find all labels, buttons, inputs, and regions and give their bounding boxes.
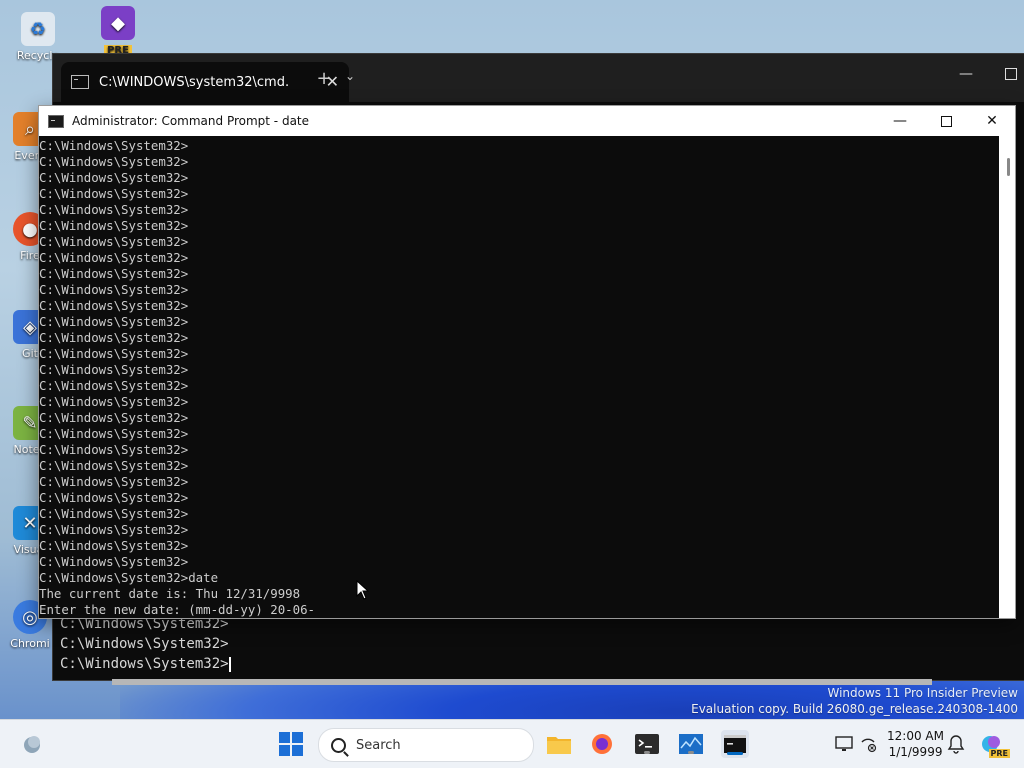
cmd-output-line: C:\Windows\System32>: [39, 202, 189, 217]
screen-icon: [835, 736, 853, 751]
copilot-pre-badge: PRE: [988, 749, 1010, 758]
evaluation-watermark: Windows 11 Pro Insider Preview Evaluatio…: [691, 686, 1018, 716]
monitor-app-button[interactable]: [677, 730, 705, 758]
running-indicator: [688, 751, 694, 754]
terminal-output[interactable]: C:\Windows\System32> C:\Windows\System32…: [60, 614, 231, 674]
weather-icon: [24, 736, 40, 753]
cmd-icon: [71, 75, 89, 89]
cmd-output-line: C:\Windows\System32>: [39, 218, 189, 233]
scrollbar-thumb[interactable]: [1007, 158, 1010, 176]
cmd-output-line: Enter the new date: (mm-dd-yy) 20-06-: [39, 602, 316, 617]
start-button[interactable]: [277, 730, 305, 758]
terminal-maximize-button[interactable]: [1005, 68, 1017, 80]
cmd-minimize-button[interactable]: —: [877, 106, 923, 136]
cmd-output-line: C:\Windows\System32>: [39, 138, 189, 153]
cmd-output-line: C:\Windows\System32>: [39, 426, 189, 441]
cmd-output-line: C:\Windows\System32>: [39, 234, 189, 249]
cmd-output-line: C:\Windows\System32>: [39, 378, 189, 393]
search-icon: [331, 737, 346, 753]
recycle-bin-icon: ♻: [21, 12, 55, 46]
text-cursor: [228, 656, 231, 672]
visual-studio-icon: ◆: [101, 6, 135, 40]
cmd-output-line: C:\Windows\System32>: [39, 266, 189, 281]
cmd-output-line: C:\Windows\System32>: [39, 186, 189, 201]
copilot-button[interactable]: PRE: [978, 730, 1010, 758]
cmd-output-line: C:\Windows\System32>: [39, 298, 189, 313]
new-tab-button[interactable]: +: [315, 68, 333, 89]
system-clock[interactable]: 12:00 AM 1/1/9999: [887, 728, 944, 760]
cmd-output-line: C:\Windows\System32>: [39, 314, 189, 329]
terminal-tab[interactable]: C:\WINDOWS\system32\cmd. ✕: [61, 62, 349, 102]
cmd-output-line: C:\Windows\System32>: [39, 282, 189, 297]
widgets-button[interactable]: [18, 730, 46, 758]
clock-time: 12:00 AM: [887, 729, 944, 743]
cmd-output[interactable]: C:\Windows\System32> C:\Windows\System32>…: [39, 136, 999, 618]
cmd-output-line: C:\Windows\System32>date: [39, 570, 219, 585]
cmd-output-line: C:\Windows\System32>: [39, 474, 189, 489]
cmd-window-title: Administrator: Command Prompt - date: [72, 114, 310, 128]
terminal-titlebar: C:\WINDOWS\system32\cmd. ✕ + ⌄ —: [53, 54, 1024, 102]
cmd-output-line: C:\Windows\System32>: [39, 362, 189, 377]
clock-date: 1/1/9999: [888, 745, 943, 759]
command-prompt-icon: [724, 735, 746, 753]
bell-icon: [947, 735, 965, 754]
cmd-output-line: The current date is: Thu 12/31/9998: [39, 586, 301, 601]
windows-logo-icon: [279, 732, 303, 756]
cmd-close-button[interactable]: ✕: [969, 106, 1015, 136]
terminal-minimize-button[interactable]: —: [959, 66, 973, 82]
cmd-maximize-button[interactable]: [923, 106, 969, 136]
cmd-output-line: C:\Windows\System32>: [39, 522, 189, 537]
cmd-output-line: C:\Windows\System32>: [39, 170, 189, 185]
cmd-output-line: C:\Windows\System32>: [39, 506, 189, 521]
command-prompt-window: Administrator: Command Prompt - date — ✕…: [38, 105, 1016, 619]
cmd-output-line: C:\Windows\System32>: [39, 330, 189, 345]
taskbar-search-box[interactable]: Search: [318, 728, 534, 762]
notifications-button[interactable]: [942, 730, 970, 758]
maximize-icon: [940, 115, 952, 127]
cmd-output-line: C:\Windows\System32>: [39, 538, 189, 553]
cmd-titlebar[interactable]: Administrator: Command Prompt - date — ✕: [39, 106, 1015, 136]
cmd-output-line: C:\Windows\System32>: [39, 554, 189, 569]
cmd-output-line: C:\Windows\System32>: [39, 410, 189, 425]
network-disconnected-icon: [861, 738, 877, 753]
tab-title: C:\WINDOWS\system32\cmd.: [99, 74, 290, 90]
terminal-taskbar-button[interactable]: [633, 730, 661, 758]
running-indicator: [644, 751, 650, 754]
cmd-output-line: C:\Windows\System32>: [39, 442, 189, 457]
cmd-output-line: C:\Windows\System32>: [39, 250, 189, 265]
active-indicator: [727, 752, 743, 755]
cmd-output-line: C:\Windows\System32>: [39, 346, 189, 361]
desktop-icon-visual-studio-preview[interactable]: ◆ PRE: [88, 6, 148, 56]
cmd-output-line: C:\Windows\System32>: [39, 490, 189, 505]
file-explorer-button[interactable]: [545, 730, 573, 758]
cmd-taskbar-button[interactable]: [721, 730, 749, 758]
folder-icon: [547, 737, 571, 754]
cmd-icon: [48, 114, 64, 128]
firefox-taskbar-button[interactable]: [588, 730, 616, 758]
network-button[interactable]: [854, 730, 882, 758]
cmd-output-line: C:\Windows\System32>: [39, 394, 189, 409]
search-placeholder: Search: [356, 737, 401, 753]
mouse-pointer-icon: [356, 580, 370, 600]
firefox-icon: [592, 734, 612, 754]
terminal-line-active: C:\Windows\System32>: [60, 656, 231, 672]
terminal-line: C:\Windows\System32>: [60, 636, 229, 652]
cmd-output-line: C:\Windows\System32>: [39, 154, 189, 169]
cmd-output-line: C:\Windows\System32>: [39, 458, 189, 473]
cmd-scrollbar[interactable]: [999, 136, 1015, 618]
taskbar: Search 12:00 AM 1/1/9999 PRE: [0, 719, 1024, 768]
tab-dropdown-button[interactable]: ⌄: [345, 69, 355, 83]
